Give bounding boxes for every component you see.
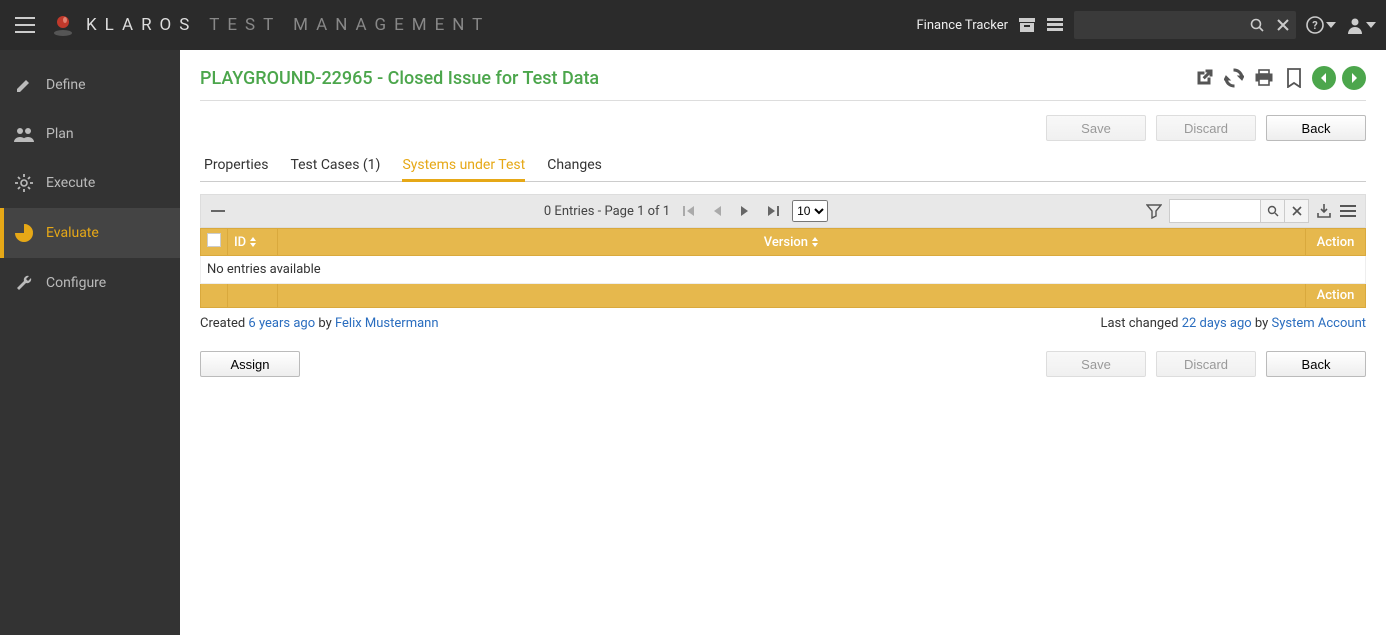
collapse-icon[interactable]	[209, 202, 227, 220]
changed-meta: Last changed 22 days ago by System Accou…	[1100, 316, 1366, 331]
external-link-icon[interactable]	[1192, 66, 1216, 90]
sidebar-item-label: Configure	[46, 275, 106, 291]
filter-icon[interactable]	[1145, 202, 1163, 220]
hamburger-menu[interactable]	[10, 10, 40, 40]
created-user-link[interactable]: Felix Mustermann	[335, 316, 439, 331]
export-icon[interactable]	[1315, 202, 1333, 220]
print-icon[interactable]	[1252, 66, 1276, 90]
search-icon[interactable]	[1244, 18, 1270, 32]
page-size-select[interactable]: 10	[792, 200, 828, 222]
col-checkbox[interactable]	[201, 229, 228, 256]
changed-by: by	[1252, 316, 1272, 331]
svg-text:?: ?	[1312, 19, 1318, 32]
top-button-row: Save Discard Back	[200, 115, 1366, 141]
table-filter-input[interactable]	[1170, 200, 1260, 222]
created-when-link[interactable]: 6 years ago	[248, 316, 315, 331]
save-button-lower[interactable]: Save	[1046, 351, 1146, 377]
changed-user-link[interactable]: System Account	[1272, 316, 1366, 331]
meta-row: Created 6 years ago by Felix Mustermann …	[200, 316, 1366, 331]
pager-first-icon[interactable]	[680, 202, 698, 220]
chevron-down-icon	[1326, 22, 1336, 28]
list-icon[interactable]	[1046, 16, 1064, 34]
main-shell: Define Plan Execute Evaluate Configure P…	[0, 50, 1386, 635]
changed-prefix: Last changed	[1100, 316, 1181, 331]
table-toolbar: 0 Entries - Page 1 of 1 10	[200, 194, 1366, 228]
save-button[interactable]: Save	[1046, 115, 1146, 141]
tab-test-cases[interactable]: Test Cases (1)	[290, 151, 380, 181]
footer-action: Action	[1306, 284, 1366, 308]
discard-button-lower[interactable]: Discard	[1156, 351, 1256, 377]
sidebar-item-configure[interactable]: Configure	[0, 258, 180, 308]
brand-title: KLAROS TEST MANAGEMENT	[86, 15, 490, 35]
brand-primary: KLAROS	[86, 15, 197, 35]
back-button[interactable]: Back	[1266, 115, 1366, 141]
pager-text: 0 Entries - Page 1 of 1	[544, 204, 670, 219]
table-filter-search-icon[interactable]	[1260, 200, 1284, 222]
col-action: Action	[1306, 229, 1366, 256]
gear-icon	[14, 174, 34, 192]
col-version[interactable]: Version	[278, 229, 1306, 256]
col-id-label: ID	[234, 235, 246, 250]
users-icon	[14, 126, 34, 142]
help-dropdown[interactable]: ?	[1306, 16, 1336, 34]
sidebar: Define Plan Execute Evaluate Configure	[0, 50, 180, 635]
user-dropdown[interactable]	[1346, 16, 1376, 34]
clear-search-icon[interactable]	[1270, 19, 1296, 31]
sidebar-item-label: Plan	[46, 126, 74, 142]
table-empty-row: No entries available	[201, 256, 1366, 284]
table-menu-icon[interactable]	[1339, 202, 1357, 220]
nav-prev-button[interactable]	[1312, 66, 1336, 90]
pie-chart-icon	[14, 224, 34, 242]
pager-next-icon[interactable]	[736, 202, 754, 220]
changed-when-link[interactable]: 22 days ago	[1182, 316, 1252, 331]
global-search	[1074, 11, 1296, 39]
table-filter-clear-icon[interactable]	[1284, 200, 1308, 222]
sidebar-item-evaluate[interactable]: Evaluate	[0, 208, 180, 258]
main-content: PLAYGROUND-22965 - Closed Issue for Test…	[180, 50, 1386, 635]
assign-button[interactable]: Assign	[200, 351, 300, 377]
back-button-lower[interactable]: Back	[1266, 351, 1366, 377]
search-input[interactable]	[1074, 11, 1244, 39]
sidebar-item-define[interactable]: Define	[0, 60, 180, 110]
sidebar-item-label: Define	[46, 77, 86, 93]
app-logo	[48, 10, 78, 40]
created-prefix: Created	[200, 316, 248, 331]
systems-table: ID Version Action No entries available A…	[200, 228, 1366, 308]
wrench-icon	[14, 274, 34, 292]
discard-button[interactable]: Discard	[1156, 115, 1256, 141]
lower-button-row: Assign Save Discard Back	[200, 351, 1366, 377]
sidebar-item-plan[interactable]: Plan	[0, 110, 180, 158]
col-version-label: Version	[764, 235, 808, 250]
created-meta: Created 6 years ago by Felix Mustermann	[200, 316, 439, 331]
page-title: PLAYGROUND-22965 - Closed Issue for Test…	[200, 68, 599, 89]
tab-changes[interactable]: Changes	[547, 151, 602, 181]
pager-prev-icon[interactable]	[708, 202, 726, 220]
sidebar-item-label: Execute	[46, 175, 95, 191]
brand-secondary: TEST MANAGEMENT	[209, 15, 490, 35]
table-filter	[1169, 199, 1309, 223]
col-id[interactable]: ID	[228, 229, 278, 256]
page-header: PLAYGROUND-22965 - Closed Issue for Test…	[200, 66, 1366, 101]
pager-last-icon[interactable]	[764, 202, 782, 220]
edit-icon	[14, 76, 34, 94]
project-label: Finance Tracker	[916, 18, 1008, 33]
tab-systems-under-test[interactable]: Systems under Test	[402, 151, 525, 182]
archive-icon[interactable]	[1018, 16, 1036, 34]
chevron-down-icon	[1366, 22, 1376, 28]
empty-text: No entries available	[201, 256, 1366, 284]
bookmark-icon[interactable]	[1282, 66, 1306, 90]
tabs: Properties Test Cases (1) Systems under …	[200, 151, 1366, 182]
sidebar-item-label: Evaluate	[46, 225, 99, 241]
nav-next-button[interactable]	[1342, 66, 1366, 90]
created-by: by	[315, 316, 335, 331]
topbar: KLAROS TEST MANAGEMENT Finance Tracker ?	[0, 0, 1386, 50]
refresh-icon[interactable]	[1222, 66, 1246, 90]
sidebar-item-execute[interactable]: Execute	[0, 158, 180, 208]
tab-properties[interactable]: Properties	[204, 151, 268, 181]
